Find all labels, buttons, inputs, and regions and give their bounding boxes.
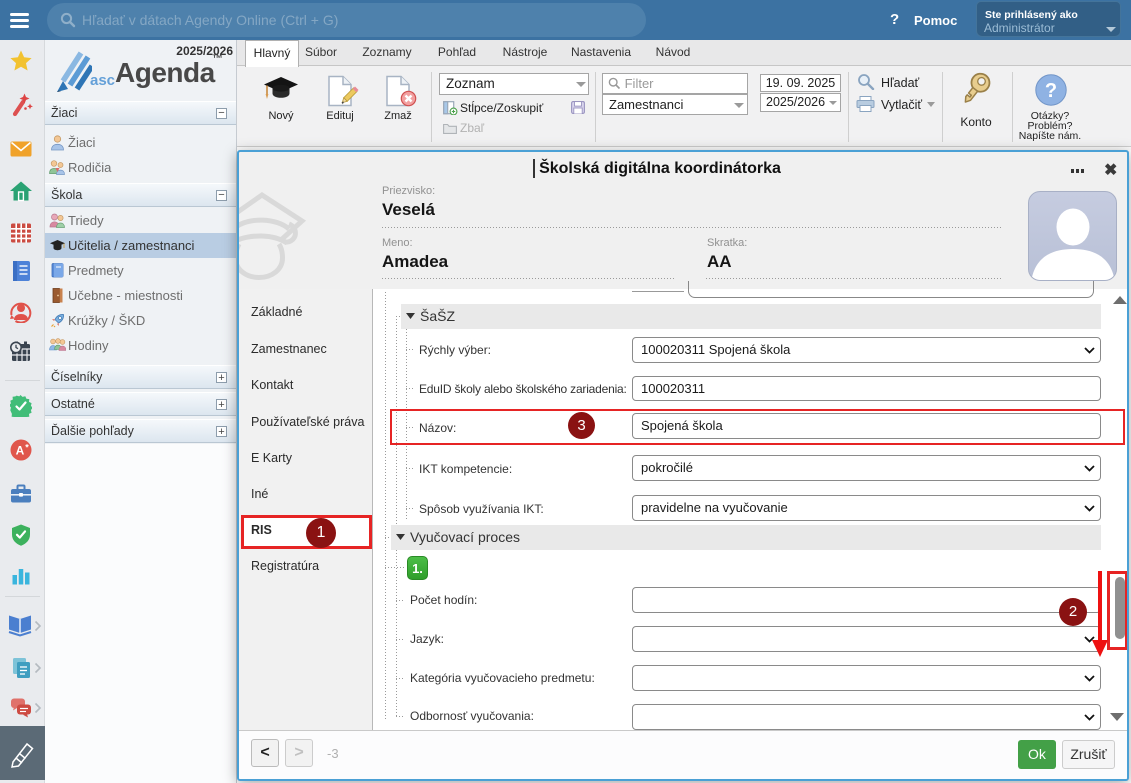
svg-text:?: ? [1045, 80, 1057, 102]
svg-text:*: * [25, 443, 29, 453]
svg-text:A: A [16, 444, 25, 458]
